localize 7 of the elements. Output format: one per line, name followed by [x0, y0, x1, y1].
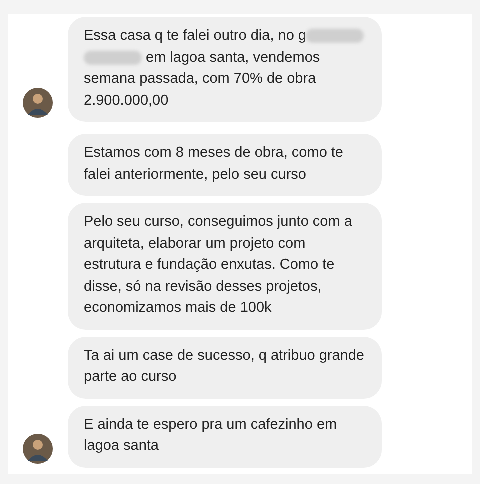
- message-bubble: Ta ai um case de sucesso, q atribuo grande parte ao curso: [68, 336, 382, 398]
- message-bubble: Estamos com 8 meses de obra, como te falei anteriormente, pelo seu curso: [68, 134, 382, 196]
- avatar: [23, 88, 53, 118]
- message-bubble: E ainda te espero pra um cafezinho em lagoa santa: [68, 406, 382, 468]
- avatar: [23, 434, 53, 464]
- message-bubble: Pelo seu curso, conseguimos junto com a arquiteta, elaborar um projeto com estrutura e fundação enxutas. Como te disse, só na revisão desses projetos, economizamos mais de 100k: [68, 203, 382, 330]
- message-bubble: Essa casa q te falei outro dia, no g em lagoa santa, vendemos semana passada, com 70% de obra 2.900.000,00: [68, 17, 382, 122]
